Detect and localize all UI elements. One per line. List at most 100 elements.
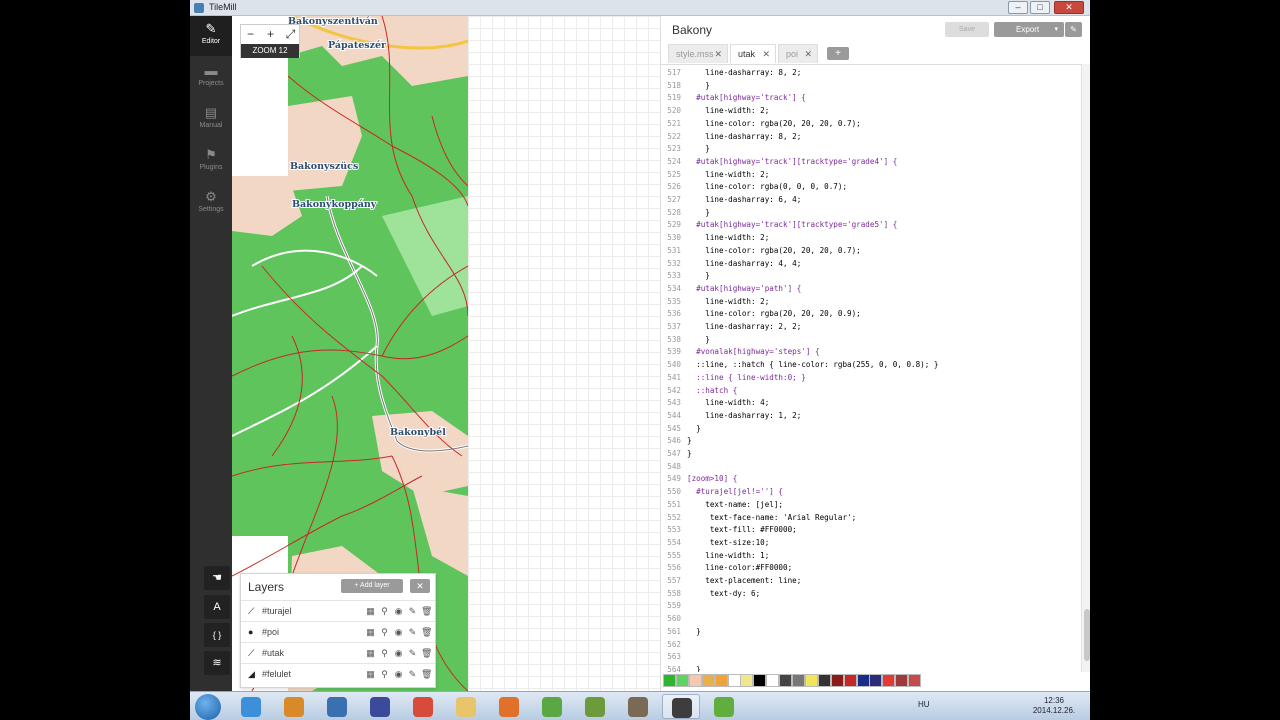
delete-icon[interactable]: 🗑 bbox=[421, 606, 432, 617]
layer-row-poi[interactable]: ● #poi ▦ ⚲ ◉ ✎ 🗑 bbox=[241, 621, 435, 642]
palette-swatch[interactable] bbox=[740, 674, 754, 687]
code-line[interactable]: 559 bbox=[661, 600, 687, 613]
maximize-button[interactable]: □ bbox=[1030, 1, 1050, 14]
code-line[interactable]: 534 #utak[highway='path'] { bbox=[661, 283, 801, 296]
code-line[interactable]: 540 ::line, ::hatch { line-color: rgba(2… bbox=[661, 359, 938, 372]
delete-icon[interactable]: 🗑 bbox=[421, 669, 432, 680]
code-editor[interactable]: 517 line-dasharray: 8, 2; 518 } 519 #utak[… bbox=[661, 64, 1081, 672]
chrome-like-app-taskbar-button[interactable] bbox=[232, 694, 270, 719]
code-line[interactable]: 560 bbox=[661, 613, 687, 626]
palette-swatch[interactable] bbox=[675, 674, 689, 687]
inspect-icon[interactable]: ⚲ bbox=[379, 627, 390, 638]
system-clock[interactable]: 12:36 2014.12.26. bbox=[1028, 696, 1080, 716]
code-line[interactable]: 535 line-width: 2; bbox=[661, 296, 769, 309]
palette-swatch[interactable] bbox=[856, 674, 870, 687]
palette-swatch[interactable] bbox=[753, 674, 767, 687]
code-line[interactable]: 548 bbox=[661, 461, 687, 474]
palette-swatch[interactable] bbox=[714, 674, 728, 687]
inspect-icon[interactable]: ⚲ bbox=[379, 669, 390, 680]
code-line[interactable]: 524 #utak[highway='track'][tracktype='gr… bbox=[661, 156, 897, 169]
add-tab-button[interactable]: + bbox=[827, 47, 849, 60]
code-line[interactable]: 518 } bbox=[661, 80, 710, 93]
close-tab-icon[interactable]: ✕ bbox=[804, 45, 812, 64]
notepad-app-taskbar-button[interactable] bbox=[576, 694, 614, 719]
minimize-button[interactable]: – bbox=[1008, 1, 1028, 14]
tilemill-app-taskbar-button[interactable] bbox=[662, 694, 700, 719]
start-button[interactable] bbox=[195, 694, 221, 720]
code-line[interactable]: 519 #utak[highway='track'] { bbox=[661, 92, 806, 105]
code-line[interactable]: 533 } bbox=[661, 270, 710, 283]
code-line[interactable]: 543 line-width: 4; bbox=[661, 397, 769, 410]
code-line[interactable]: 541 ::line { line-width:0; } bbox=[661, 372, 806, 385]
add-layer-button[interactable]: + Add layer bbox=[341, 579, 403, 593]
close-tab-icon[interactable]: ✕ bbox=[714, 45, 722, 64]
layer-row-felulet[interactable]: ◢ #felulet ▦ ⚲ ◉ ✎ 🗑 bbox=[241, 663, 435, 684]
layer-row-utak[interactable]: ⟋ #utak ▦ ⚲ ◉ ✎ 🗑 bbox=[241, 642, 435, 663]
edit-icon[interactable]: ✎ bbox=[407, 606, 418, 617]
language-indicator[interactable]: HU bbox=[918, 700, 930, 709]
palette-swatch[interactable] bbox=[908, 674, 922, 687]
edit-icon[interactable]: ✎ bbox=[407, 648, 418, 659]
code-line[interactable]: 552 text-face-name: 'Arial Regular'; bbox=[661, 512, 856, 525]
code-line[interactable]: 527 line-dasharray: 6, 4; bbox=[661, 194, 801, 207]
code-line[interactable]: 558 text-dy: 6; bbox=[661, 588, 760, 601]
map-empty-grid[interactable] bbox=[468, 16, 660, 691]
zoom-in-button[interactable]: + bbox=[261, 26, 280, 43]
tab-utak[interactable]: utak ✕ bbox=[730, 44, 776, 63]
code-scrollbar[interactable] bbox=[1081, 64, 1090, 672]
palette-swatch[interactable] bbox=[843, 674, 857, 687]
data-table-icon[interactable]: ▦ bbox=[365, 627, 376, 638]
gimp-app-taskbar-button[interactable] bbox=[619, 694, 657, 719]
zoom-out-button[interactable]: − bbox=[241, 26, 260, 43]
code-line[interactable]: 544 line-dasharray: 1, 2; bbox=[661, 410, 801, 423]
code-line[interactable]: 551 text-name: [jel]; bbox=[661, 499, 783, 512]
tab-poi[interactable]: poi ✕ bbox=[778, 44, 818, 63]
code-line[interactable]: 547} bbox=[661, 448, 691, 461]
delete-icon[interactable]: 🗑 bbox=[421, 627, 432, 638]
code-line[interactable]: 554 text-size:10; bbox=[661, 537, 769, 550]
code-line[interactable]: 525 line-width: 2; bbox=[661, 169, 769, 182]
code-line[interactable]: 532 line-dasharray: 4, 4; bbox=[661, 258, 801, 271]
export-button[interactable]: Export ▾ bbox=[994, 22, 1064, 37]
code-line[interactable]: 546} bbox=[661, 435, 691, 448]
visibility-icon[interactable]: ◉ bbox=[393, 627, 404, 638]
palette-swatch[interactable] bbox=[766, 674, 780, 687]
edit-icon[interactable]: ✎ bbox=[407, 627, 418, 638]
scribus-app-taskbar-button[interactable] bbox=[705, 694, 743, 719]
visibility-icon[interactable]: ◉ bbox=[393, 669, 404, 680]
layers-tool-button[interactable]: ≋ bbox=[204, 651, 230, 675]
code-line[interactable]: 536 line-color: rgba(20, 20, 20, 0.9); bbox=[661, 308, 860, 321]
code-line[interactable]: 528 } bbox=[661, 207, 710, 220]
sidebar-item-editor[interactable]: ✎ Editor bbox=[190, 16, 232, 56]
sidebar-item-projects[interactable]: ▬ Projects bbox=[190, 58, 232, 98]
code-line[interactable]: 556 line-color:#FF0000; bbox=[661, 562, 792, 575]
close-layers-button[interactable]: ✕ bbox=[410, 579, 430, 593]
palette-swatch[interactable] bbox=[701, 674, 715, 687]
code-line[interactable]: 545 } bbox=[661, 423, 700, 436]
code-line[interactable]: 564 } bbox=[661, 664, 700, 672]
code-line[interactable]: 549 [zoom>10] { bbox=[661, 473, 737, 486]
code-line[interactable]: 557 text-placement: line; bbox=[661, 575, 801, 588]
utorrent-app-taskbar-button[interactable] bbox=[533, 694, 571, 719]
palette-swatch[interactable] bbox=[663, 674, 676, 687]
data-table-icon[interactable]: ▦ bbox=[365, 606, 376, 617]
data-table-icon[interactable]: ▦ bbox=[365, 648, 376, 659]
inspect-icon[interactable]: ⚲ bbox=[379, 648, 390, 659]
palette-swatch[interactable] bbox=[792, 674, 805, 687]
palette-swatch[interactable] bbox=[895, 674, 909, 687]
palette-swatch[interactable] bbox=[817, 674, 831, 687]
sidebar-item-settings[interactable]: ⚙ Settings bbox=[190, 184, 232, 224]
palette-swatch[interactable] bbox=[804, 674, 818, 687]
carto-reference-button[interactable]: { } bbox=[204, 623, 230, 647]
palette-swatch[interactable] bbox=[830, 674, 844, 687]
chrome-app-taskbar-button[interactable] bbox=[404, 694, 442, 719]
visibility-icon[interactable]: ◉ bbox=[393, 606, 404, 617]
save-app-taskbar-button[interactable] bbox=[361, 694, 399, 719]
edit-icon[interactable]: ✎ bbox=[407, 669, 418, 680]
wrench-icon[interactable]: ✎ bbox=[1065, 22, 1082, 37]
visibility-icon[interactable]: ◉ bbox=[393, 648, 404, 659]
firefox-app-taskbar-button[interactable] bbox=[490, 694, 528, 719]
palette-swatch[interactable] bbox=[688, 674, 702, 687]
code-line[interactable]: 539 #vonalak[highway='steps'] { bbox=[661, 346, 819, 359]
hand-tool-button[interactable]: ☚ bbox=[204, 566, 230, 590]
